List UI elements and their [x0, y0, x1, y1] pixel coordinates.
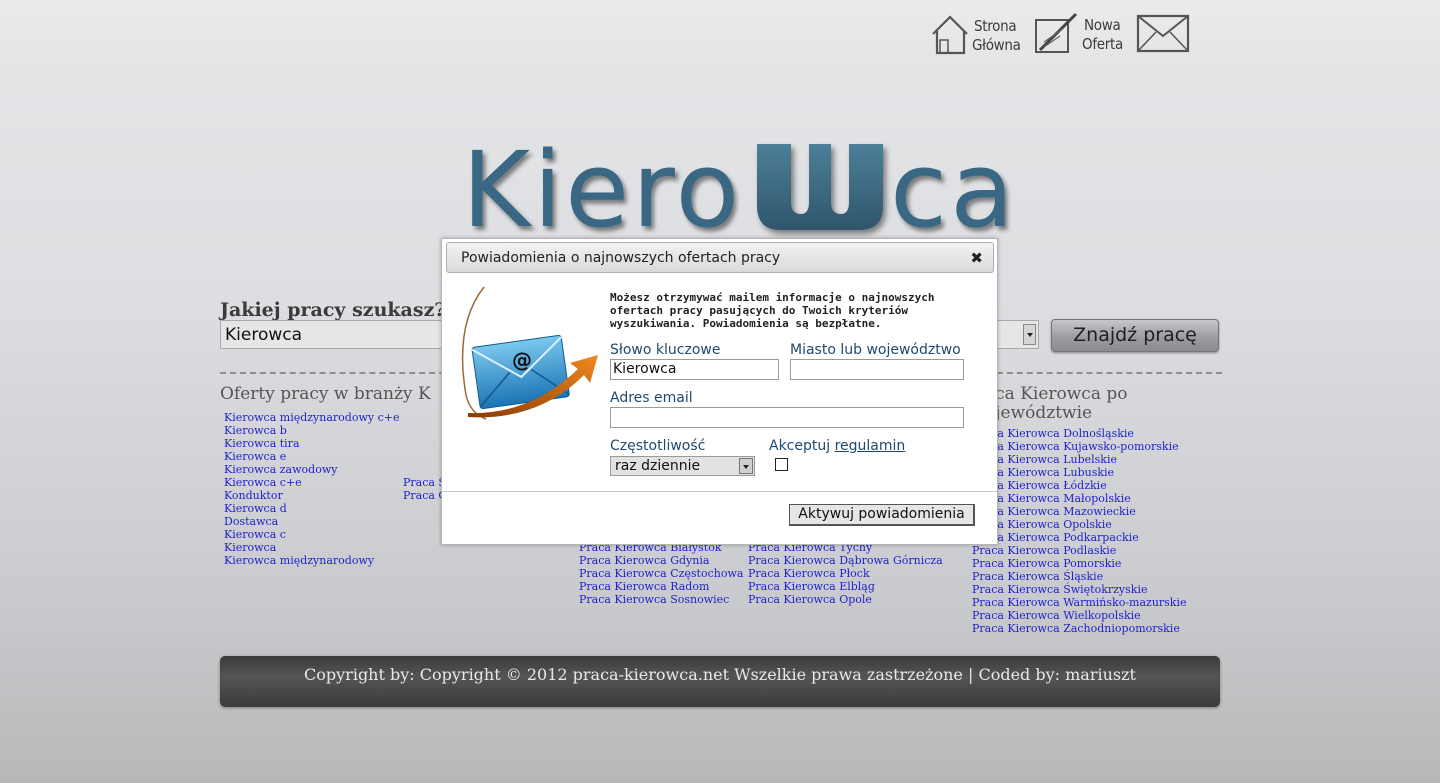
industry-link[interactable]: Dostawca	[224, 515, 399, 528]
city-link[interactable]: Praca Kierowca Opole	[748, 593, 943, 606]
industry-link[interactable]: Kierowca d	[224, 502, 399, 515]
region-link[interactable]: Praca Kierowca Wielkopolskie	[972, 609, 1187, 622]
region-link[interactable]: Praca Kierowca Łódzkie	[972, 479, 1187, 492]
find-job-button[interactable]: Znajdź pracę	[1051, 319, 1219, 352]
envelope-icon	[1136, 14, 1190, 53]
notification-dialog: Powiadomienia o najnowszych ofertach pra…	[441, 238, 998, 545]
new-offer-label-2: Oferta	[1082, 35, 1123, 53]
industry-section-title: Oferty pracy w branży K	[220, 384, 431, 404]
region-link[interactable]: Praca Kierowca Mazowieckie	[972, 505, 1187, 518]
accept-terms-checkbox[interactable]	[775, 458, 788, 471]
dialog-title: Powiadomienia o najnowszych ofertach pra…	[461, 250, 781, 266]
frequency-label: Częstotliwość	[610, 438, 706, 454]
region-section-title-1: aca Kierowca po	[985, 384, 1128, 404]
region-link[interactable]: Praca Kierowca Świętokrzyskie	[972, 583, 1187, 596]
industry-link[interactable]: Kierowca b	[224, 424, 399, 437]
home-label-1: Strona	[974, 17, 1017, 35]
region-link[interactable]: Praca Kierowca Lubelskie	[972, 453, 1187, 466]
city-link[interactable]: Praca Kierowca Sosnowiec	[579, 593, 743, 606]
house-icon	[932, 15, 968, 55]
city-link[interactable]: Praca Kierowca Częstochowa	[579, 567, 743, 580]
pen-paper-icon	[1035, 12, 1078, 53]
industry-link[interactable]: Kierowca e	[224, 450, 399, 463]
region-link[interactable]: Praca Kierowca Warmińsko-mazurskie	[972, 596, 1187, 609]
city-link[interactable]: Praca Kierowca Radom	[579, 580, 743, 593]
email-notification-icon: @	[461, 286, 598, 420]
region-link[interactable]: Praca Kierowca Dolnośląskie	[972, 427, 1187, 440]
footer-copyright: Copyright by: Copyright © 2012 praca-kie…	[304, 665, 1136, 684]
accept-text: Akceptuj	[769, 438, 835, 454]
logo-text-left: Kiero	[462, 129, 743, 251]
new-offer-link[interactable]: Nowa Oferta	[1032, 10, 1126, 58]
new-offer-label-1: Nowa	[1084, 16, 1121, 34]
search-keyword-input[interactable]: Kierowca	[220, 320, 444, 349]
dialog-divider	[442, 491, 997, 492]
frequency-selected-value: raz dziennie	[615, 458, 701, 474]
dropdown-arrow-icon	[739, 458, 753, 474]
city-link[interactable]: Praca Kierowca Elbląg	[748, 580, 943, 593]
dialog-intro-text: Możesz otrzymywać mailem informacje o na…	[610, 291, 935, 330]
region-section-title-2: ojewództwie	[985, 403, 1093, 423]
top-band	[0, 0, 1440, 82]
close-icon[interactable]: ✖	[970, 249, 983, 267]
industry-link[interactable]: Konduktor	[224, 489, 399, 502]
keyword-input[interactable]: Kierowca	[610, 359, 779, 380]
contact-link[interactable]	[1136, 10, 1192, 58]
logo-w-mark	[757, 144, 883, 230]
terms-link[interactable]: regulamin	[835, 438, 906, 454]
region-link[interactable]: Praca Kierowca Lubuskie	[972, 466, 1187, 479]
industry-links-list: Kierowca międzynarodowy c+e Kierowca b K…	[224, 411, 399, 567]
region-link[interactable]: Praca Kierowca Kujawsko-pomorskie	[972, 440, 1187, 453]
industry-link[interactable]: Kierowca międzynarodowy	[224, 554, 399, 567]
frequency-select[interactable]: raz dziennie	[610, 456, 755, 476]
city-links-list-2: Praca Kierowca Tychy Praca Kierowca Dąbr…	[748, 541, 943, 606]
region-link[interactable]: Praca Kierowca Zachodniopomorskie	[972, 622, 1187, 635]
industry-link[interactable]: Kierowca tira	[224, 437, 399, 450]
city-link[interactable]: Praca Kierowca Dąbrowa Górnicza	[748, 554, 943, 567]
footer: Copyright by: Copyright © 2012 praca-kie…	[220, 656, 1220, 707]
keyword-label: Słowo kluczowe	[610, 342, 721, 358]
industry-link[interactable]: Kierowca	[224, 541, 399, 554]
search-label: Jakiej pracy szukasz?	[220, 299, 446, 321]
region-link[interactable]: Praca Kierowca Opolskie	[972, 518, 1187, 531]
city-link[interactable]: Praca Kierowca Płock	[748, 567, 943, 580]
svg-text:@: @	[512, 348, 532, 372]
industry-link[interactable]: Kierowca zawodowy	[224, 463, 399, 476]
home-link[interactable]: Strona Główna	[928, 10, 1023, 58]
city-input[interactable]	[790, 359, 964, 380]
region-link[interactable]: Praca Kierowca Małopolskie	[972, 492, 1187, 505]
region-link[interactable]: Praca Kierowca Pomorskie	[972, 557, 1187, 570]
industry-link[interactable]: Kierowca c+e	[224, 476, 399, 489]
accept-terms-label: Akceptuj regulamin	[769, 438, 905, 454]
city-link[interactable]: Praca Kierowca Gdynia	[579, 554, 743, 567]
region-link[interactable]: Praca Kierowca Podlaskie	[972, 544, 1187, 557]
email-input[interactable]	[610, 407, 964, 428]
industry-link[interactable]: Kierowca międzynarodowy c+e	[224, 411, 399, 424]
city-label: Miasto lub województwo	[790, 342, 961, 358]
dropdown-arrow-icon	[1023, 324, 1036, 345]
region-link[interactable]: Praca Kierowca Śląskie	[972, 570, 1187, 583]
site-logo[interactable]: Kiero ca	[462, 129, 1022, 251]
region-links-list: Praca Kierowca Dolnośląskie Praca Kierow…	[972, 427, 1187, 635]
dialog-header: Powiadomienia o najnowszych ofertach pra…	[446, 242, 994, 273]
region-link[interactable]: Praca Kierowca Podkarpackie	[972, 531, 1187, 544]
industry-link[interactable]: Kierowca c	[224, 528, 399, 541]
activate-notifications-button[interactable]: Aktywuj powiadomienia	[789, 504, 975, 526]
city-links-list-1: Praca Kierowca Białystok Praca Kierowca …	[579, 541, 743, 606]
top-navigation: Strona Główna Nowa Oferta	[928, 10, 1198, 60]
logo-text-right: ca	[890, 129, 1017, 251]
email-label: Adres email	[610, 390, 693, 406]
home-label-2: Główna	[972, 36, 1021, 54]
region-select[interactable]	[996, 320, 1039, 349]
